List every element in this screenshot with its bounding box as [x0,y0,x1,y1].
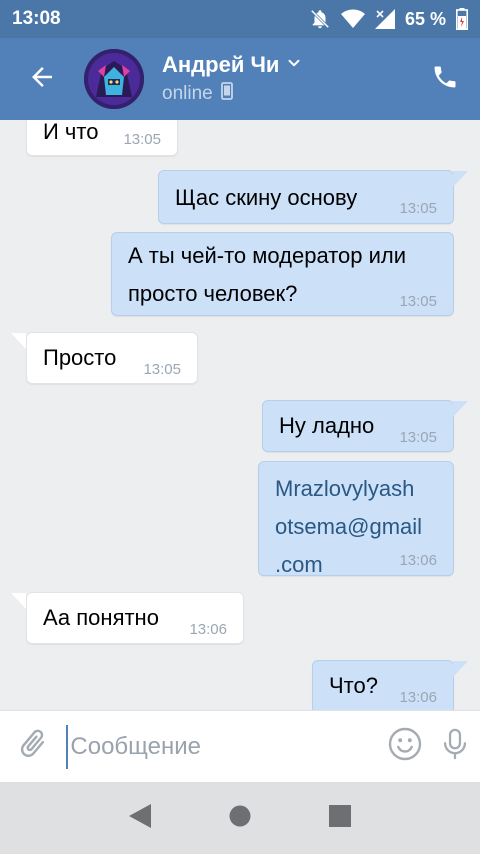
message-time: 13:06 [399,689,437,706]
message-time: 13:06 [189,621,227,638]
nav-recents-button[interactable] [315,793,365,843]
circle-home-icon [229,805,251,832]
message-time: 13:06 [399,552,437,569]
system-nav-bar [0,782,480,854]
message-text: Щас скину основу [175,185,358,210]
back-button[interactable] [0,38,84,120]
message-bubble-outgoing[interactable]: Щас скину основу 13:05 [158,170,454,224]
message-time: 13:05 [399,429,437,446]
status-time: 13:08 [12,8,61,29]
nav-home-button[interactable] [215,793,265,843]
message-time: 13:05 [399,200,437,217]
battery-icon [456,8,468,30]
voice-message-button[interactable] [429,711,480,783]
triangle-back-icon [129,803,151,833]
message-text: Ну ладно [279,413,375,438]
bubble-tail [453,171,468,187]
message-list[interactable]: И что 13:05 Щас скину основу 13:05 А ты … [0,120,480,710]
message-bubble-outgoing[interactable]: Ну ладно 13:05 [262,400,454,452]
contact-status: online [162,83,213,104]
contact-info[interactable]: Андрей Чи online [162,52,303,106]
bubble-tail [11,593,26,609]
wifi-icon [340,9,365,29]
message-bubble-incoming[interactable]: И что 13:05 [26,120,178,156]
message-time: 13:05 [123,131,161,148]
message-composer [0,710,480,782]
attach-button[interactable] [0,711,66,783]
contact-name-row: Андрей Чи [162,52,303,78]
message-bubble-outgoing[interactable]: А ты чей-то модератор или просто человек… [111,232,454,316]
smiley-icon [387,726,423,767]
bubble-tail [453,401,468,417]
notifications-off-icon [309,8,331,30]
phone-icon [431,63,459,96]
message-bubble-outgoing[interactable]: Что? 13:06 [312,660,454,710]
message-bubble-incoming[interactable]: Аа понятно 13:06 [26,592,244,644]
bubble-tail [11,333,26,349]
status-icons: 65 % [309,8,468,30]
contact-status-row: online [162,82,303,106]
call-button[interactable] [410,38,480,120]
signal-icon [374,9,395,29]
message-bubble-outgoing[interactable]: Mrazlovylyash otsema@gmail .com 13:06 [258,461,454,577]
mobile-icon [220,82,233,106]
avatar[interactable] [84,49,144,109]
status-bar: 13:08 65 % [0,0,480,38]
message-text: Просто [43,345,117,370]
message-time: 13:05 [143,361,181,378]
square-recents-icon [329,804,351,832]
chevron-down-icon [285,54,303,77]
chat-header: Андрей Чи online [0,38,480,120]
contact-name: Андрей Чи [162,52,280,77]
message-text: И что [43,120,99,144]
back-arrow-icon [27,62,57,97]
message-text: Что? [329,673,378,698]
message-bubble-incoming[interactable]: Просто 13:05 [26,332,198,384]
message-text: А ты чей-то модератор или просто человек… [128,243,407,306]
microphone-icon [438,726,472,767]
message-input[interactable] [66,724,381,769]
bubble-tail [453,661,468,677]
message-text: Аа понятно [43,605,159,630]
message-time: 13:05 [399,293,437,310]
battery-percent: 65 % [404,8,446,29]
emoji-button[interactable] [380,711,429,783]
paperclip-icon [16,727,50,766]
nav-back-button[interactable] [115,793,165,843]
